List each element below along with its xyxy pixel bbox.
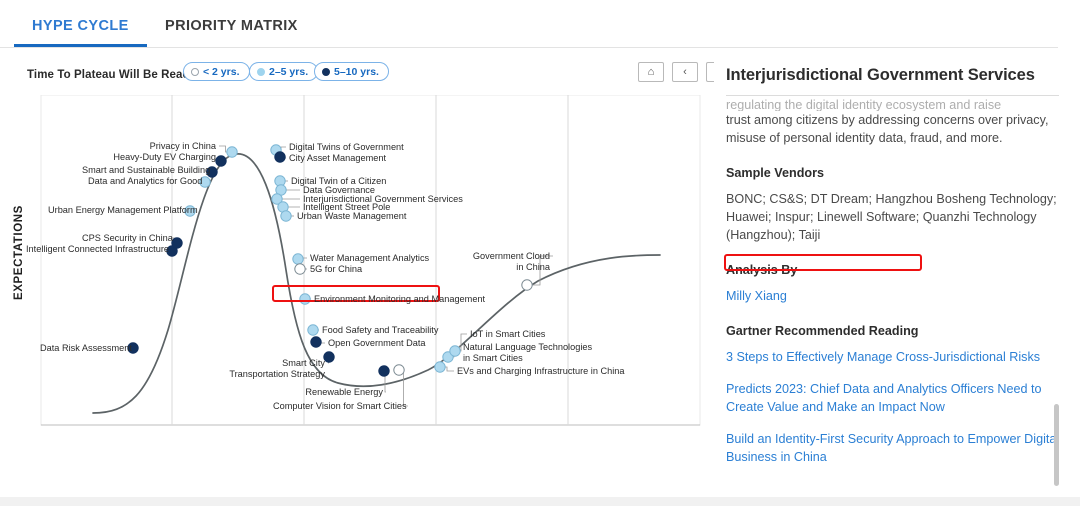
reading-link-3[interactable]: Build an Identity-First Security Approac… — [726, 430, 1066, 466]
tab-bar: HYPE CYCLE PRIORITY MATRIX — [0, 0, 1058, 48]
hype-cycle-node[interactable] — [226, 146, 238, 158]
y-axis-label: EXPECTATIONS — [13, 205, 25, 300]
bottom-strip — [0, 497, 1080, 506]
hype-cycle-chart: EXPECTATIONS As of July 2023 Innovationi… — [8, 95, 708, 506]
filter-pill-label: < 2 yrs. — [203, 65, 240, 78]
analysis-by-heading: Analysis By — [726, 263, 798, 277]
node-label[interactable]: Intelligent Connected Infrastructure — [26, 244, 169, 255]
filter-pill-label: 2–5 yrs. — [269, 65, 309, 78]
detail-panel: Interjurisdictional Government Services … — [714, 52, 1080, 497]
hype-cycle-node[interactable] — [393, 364, 405, 376]
hype-cycle-node[interactable] — [521, 279, 533, 291]
node-label[interactable]: 5G for China — [310, 264, 372, 275]
filter-pill-under-2-yrs[interactable]: < 2 yrs. — [183, 62, 250, 81]
hype-cycle-node[interactable] — [323, 351, 335, 363]
hype-cycle-app: HYPE CYCLE PRIORITY MATRIX Time To Plate… — [0, 0, 1080, 506]
node-label[interactable]: IoT in Smart Cities — [470, 329, 550, 340]
legend-dot-navy — [322, 67, 330, 76]
node-label[interactable]: City Asset Management — [289, 153, 401, 164]
hype-cycle-node[interactable] — [294, 263, 306, 275]
sample-vendors-heading: Sample Vendors — [726, 166, 824, 180]
hype-cycle-node[interactable] — [434, 361, 446, 373]
node-label[interactable]: Renewable Energy — [287, 387, 383, 398]
node-label[interactable]: Natural Language Technologies in Smart Ci… — [463, 342, 598, 364]
node-label[interactable]: Environment Monitoring and Management — [314, 294, 485, 305]
node-label[interactable]: Urban Energy Management Platform — [48, 205, 198, 216]
node-label[interactable]: Data Risk Assessment — [40, 343, 132, 354]
hype-cycle-node[interactable] — [299, 293, 311, 305]
node-label[interactable]: Digital Twins of Government — [289, 142, 409, 153]
sample-vendors-text: BONC; CS&S; DT Dream; Hangzhou Bosheng T… — [726, 192, 1057, 242]
legend-dot-white — [191, 67, 199, 76]
filter-pill-5-10-yrs[interactable]: 5–10 yrs. — [314, 62, 389, 81]
node-label[interactable]: CPS Security in China — [82, 233, 173, 244]
node-label[interactable]: Water Management Analytics — [310, 253, 436, 264]
node-label[interactable]: Open Government Data — [328, 338, 438, 349]
active-tab-indicator — [14, 44, 147, 47]
node-label[interactable]: Heavy-Duty EV Charging — [109, 152, 216, 163]
chevron-left-icon[interactable]: ‹ — [672, 62, 698, 82]
reading-link-2[interactable]: Predicts 2023: Chief Data and Analytics … — [726, 380, 1066, 416]
tab-hype-cycle[interactable]: HYPE CYCLE — [32, 18, 129, 34]
analyst-link[interactable]: Milly Xiang — [726, 287, 1066, 305]
node-label[interactable]: Data and Analytics for Good — [88, 176, 202, 187]
hype-cycle-node[interactable] — [449, 345, 461, 357]
node-label[interactable]: Food Safety and Traceability — [322, 325, 438, 336]
tab-priority-matrix[interactable]: PRIORITY MATRIX — [165, 18, 298, 34]
page-title: Interjurisdictional Government Services — [726, 66, 1035, 84]
node-label[interactable]: Smart and Sustainable Building — [82, 165, 210, 176]
clipped-text-line: regulating the digital identity ecosyste… — [726, 98, 1002, 111]
hype-cycle-node[interactable] — [274, 151, 286, 163]
hype-cycle-node[interactable] — [171, 237, 183, 249]
node-label[interactable]: Urban Waste Management — [297, 211, 415, 222]
recommended-reading-heading: Gartner Recommended Reading — [726, 324, 919, 338]
node-label[interactable]: Smart City Transportation Strategy — [210, 358, 325, 380]
panel-body: regulating the digital identity ecosyste… — [726, 96, 1066, 480]
description-text: trust among citizens by addressing conce… — [726, 113, 1049, 145]
node-label[interactable]: Government Cloud in China — [455, 251, 550, 273]
filter-pill-label: 5–10 yrs. — [334, 65, 379, 78]
node-label[interactable]: Computer Vision for Smart Cities — [273, 401, 407, 412]
hype-cycle-node[interactable] — [280, 210, 292, 222]
legend-dot-light-blue — [257, 67, 265, 76]
hype-cycle-node[interactable] — [307, 324, 319, 336]
home-icon[interactable]: ⌂ — [638, 62, 664, 82]
page-scrollbar-thumb[interactable] — [1054, 404, 1059, 486]
node-label[interactable]: Privacy in China — [136, 141, 216, 152]
hype-cycle-node[interactable] — [292, 253, 304, 265]
hype-cycle-node[interactable] — [215, 155, 227, 167]
hype-cycle-node[interactable] — [310, 336, 322, 348]
hype-cycle-node[interactable] — [378, 365, 390, 377]
reading-link-1[interactable]: 3 Steps to Effectively Manage Cross-Juri… — [726, 348, 1066, 366]
filter-pill-2-5-yrs[interactable]: 2–5 yrs. — [249, 62, 319, 81]
node-label[interactable]: EVs and Charging Infrastructure in China — [457, 366, 625, 377]
